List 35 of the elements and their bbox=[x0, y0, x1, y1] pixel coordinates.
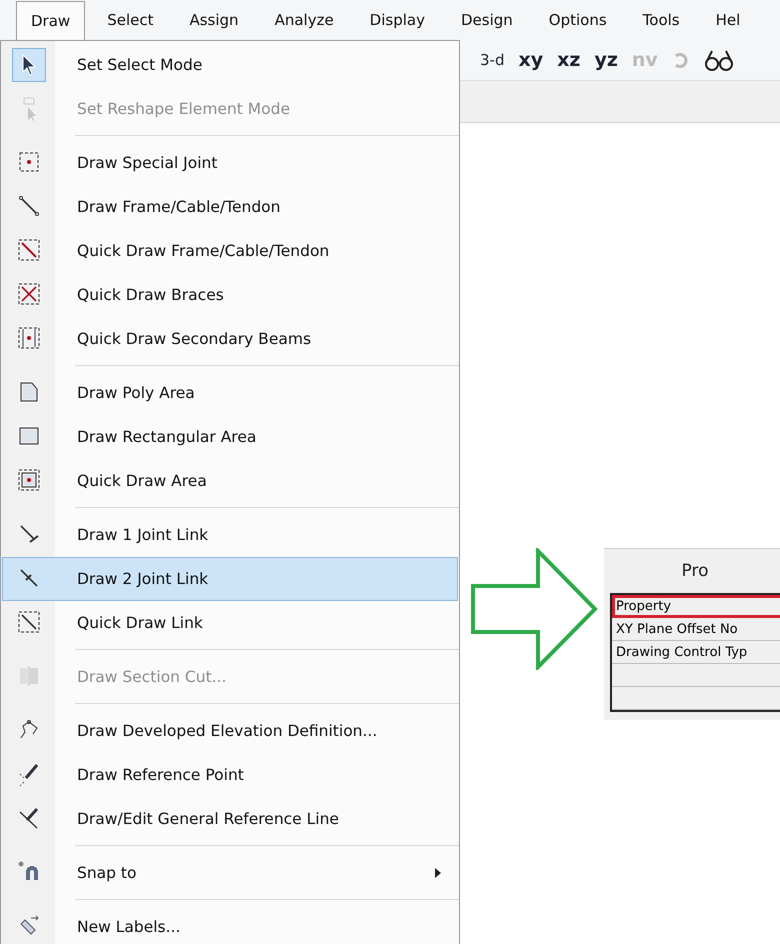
menu-item[interactable]: Quick Draw Area bbox=[2, 459, 458, 503]
menu-title[interactable]: Design bbox=[444, 0, 529, 40]
menu-title[interactable]: Tools bbox=[626, 0, 696, 40]
menu-item[interactable]: Snap to bbox=[2, 851, 458, 895]
menu-item[interactable]: Quick Draw Link bbox=[2, 601, 458, 645]
menu-item[interactable]: Quick Draw Secondary Beams bbox=[2, 317, 458, 361]
menu-item[interactable]: Set Select Mode bbox=[2, 43, 458, 87]
menu-title[interactable]: Hel bbox=[700, 0, 756, 40]
menu-item[interactable]: New Labels... bbox=[2, 905, 458, 944]
view-button[interactable]: 3-d bbox=[480, 51, 504, 69]
menu-item[interactable]: Draw Developed Elevation Definition... bbox=[2, 709, 458, 753]
menu-item[interactable]: Draw Poly Area bbox=[2, 371, 458, 415]
menu-title[interactable]: Options bbox=[532, 0, 623, 40]
menu-item[interactable]: Draw 1 Joint Link bbox=[2, 513, 458, 557]
menu-item[interactable]: Draw/Edit General Reference Line bbox=[2, 797, 458, 841]
menu-title[interactable]: Draw bbox=[16, 1, 86, 40]
menu-title[interactable]: Display bbox=[354, 0, 441, 40]
menu-item[interactable]: Draw Frame/Cable/Tendon bbox=[2, 185, 458, 229]
property-name: XY Plane Offset No bbox=[616, 622, 738, 636]
menu-item[interactable]: Draw Rectangular Area bbox=[2, 415, 458, 459]
menu-item[interactable]: Quick Draw Frame/Cable/Tendon bbox=[2, 229, 458, 273]
menu-title[interactable]: Select bbox=[91, 0, 170, 40]
property-name: Drawing Control Typ bbox=[616, 644, 748, 660]
menu-item[interactable]: Quick Draw Braces bbox=[2, 273, 458, 317]
menu-item[interactable]: Draw Reference Point bbox=[2, 753, 458, 797]
panel-title: Pro bbox=[680, 560, 710, 583]
menu-title[interactable]: Assign bbox=[173, 0, 255, 40]
menu-item[interactable]: Draw Special Joint bbox=[2, 141, 458, 185]
glasses-icon[interactable] bbox=[704, 49, 734, 71]
property-name: Property bbox=[616, 598, 672, 614]
view-button[interactable]: xy bbox=[518, 49, 544, 71]
menu-item[interactable]: Draw 2 Joint Link bbox=[2, 557, 458, 601]
menu-title[interactable]: Analyze bbox=[258, 0, 350, 40]
view-button[interactable]: yz bbox=[594, 49, 618, 71]
view-button[interactable]: xz bbox=[557, 49, 580, 71]
